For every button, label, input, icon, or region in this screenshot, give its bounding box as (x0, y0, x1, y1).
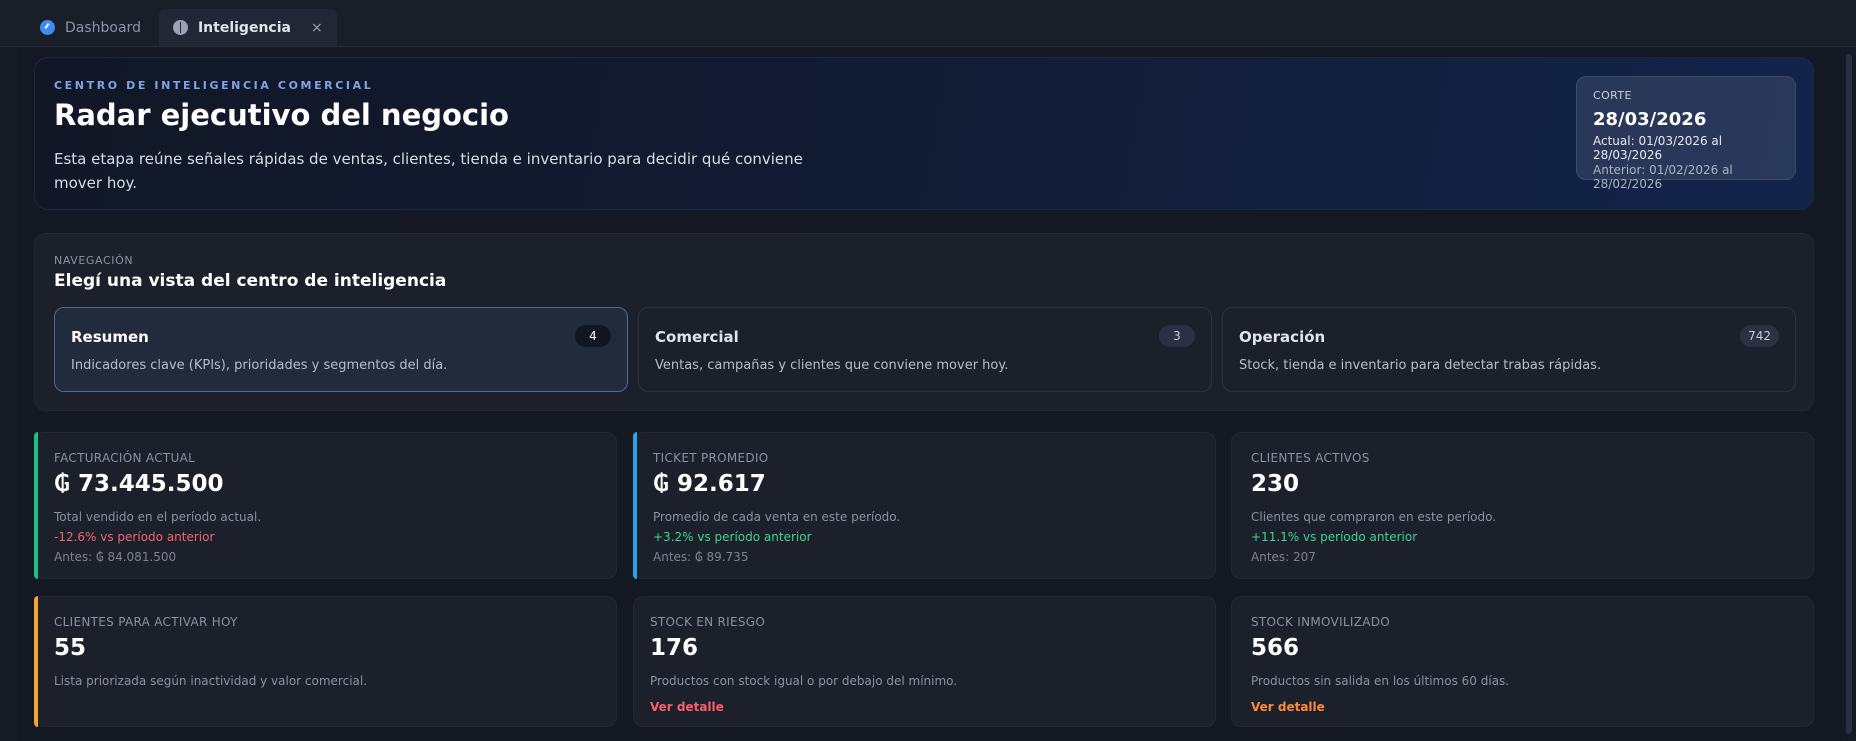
kpi-description: Productos sin salida en los últimos 60 d… (1251, 674, 1510, 688)
kpi-previous: Antes: ₲ 84.081.500 (54, 550, 177, 564)
kpi-label: CLIENTES ACTIVOS (1251, 451, 1370, 465)
view-detail-link[interactable]: Ver detalle (650, 700, 724, 714)
nav-card-title: Resumen (71, 328, 149, 346)
kpi-billing: FACTURACIÓN ACTUAL ₲ 73.445.500 Total ve… (34, 432, 617, 579)
tab-bar: Dashboard Inteligencia × (0, 0, 1856, 47)
kpi-stock-risk: STOCK EN RIESGO 176 Productos con stock … (633, 596, 1216, 727)
cut-date: 28/03/2026 (1593, 109, 1707, 130)
page-title: Radar ejecutivo del negocio (54, 98, 509, 132)
gauge-icon (40, 20, 55, 35)
kpi-change: +3.2% vs período anterior (653, 530, 812, 544)
tab-dashboard[interactable]: Dashboard (26, 9, 155, 46)
app-window: Dashboard Inteligencia × CENTRO DE INTEL… (0, 0, 1856, 741)
count-badge: 742 (1740, 325, 1779, 347)
kpi-label: STOCK INMOVILIZADO (1251, 615, 1391, 629)
tab-label: Dashboard (65, 19, 141, 36)
nav-card-resumen[interactable]: Resumen 4 Indicadores clave (KPIs), prio… (54, 307, 628, 392)
kpi-active-clients: CLIENTES ACTIVOS 230 Clientes que compra… (1231, 432, 1814, 579)
navigation-panel: NAVEGACIÓN Elegí una vista del centro de… (34, 233, 1814, 411)
cut-actual-range: Actual: 01/03/2026 al 28/03/2026 (1593, 134, 1723, 162)
kpi-label: FACTURACIÓN ACTUAL (54, 451, 196, 465)
kpi-description: Lista priorizada según inactividad y val… (54, 674, 368, 688)
nav-card-comercial[interactable]: Comercial 3 Ventas, campañas y clientes … (638, 307, 1212, 392)
hero-description: Esta etapa reúne señales rápidas de vent… (54, 150, 803, 192)
kpi-previous: Antes: ₲ 89.735 (653, 550, 749, 564)
kpi-description: Clientes que compraron en este período. (1251, 510, 1497, 524)
kpi-description: Promedio de cada venta en este período. (653, 510, 901, 524)
brain-icon (172, 20, 188, 35)
view-detail-link[interactable]: Ver detalle (1251, 700, 1325, 714)
cut-label: CORTE (1593, 89, 1632, 102)
kpi-clients-to-activate: CLIENTES PARA ACTIVAR HOY 55 Lista prior… (34, 596, 617, 727)
kpi-ticket: TICKET PROMEDIO ₲ 92.617 Promedio de cad… (633, 432, 1216, 579)
kpi-change: +11.1% vs período anterior (1251, 530, 1418, 544)
kpi-value: ₲ 73.445.500 (54, 471, 224, 497)
nav-card-title: Comercial (655, 328, 739, 346)
kpi-value: 230 (1251, 471, 1300, 497)
nav-card-description: Ventas, campañas y clientes que conviene… (655, 358, 1009, 373)
kpi-change: -12.6% vs período anterior (54, 530, 215, 544)
nav-card-title: Operación (1239, 328, 1326, 346)
kpi-label: STOCK EN RIESGO (650, 615, 766, 629)
hero-kicker: CENTRO DE INTELIGENCIA COMERCIAL (54, 79, 374, 92)
kpi-value: 176 (650, 635, 699, 661)
close-icon[interactable]: × (311, 20, 323, 36)
cut-previous-range: Anterior: 01/02/2026 al 28/02/2026 (1593, 163, 1733, 191)
kpi-value: ₲ 92.617 (653, 471, 766, 497)
navigation-title: Elegí una vista del centro de inteligenc… (54, 271, 447, 291)
vertical-scrollbar[interactable] (1846, 54, 1852, 734)
nav-card-operacion[interactable]: Operación 742 Stock, tienda e inventario… (1222, 307, 1796, 392)
kpi-label: TICKET PROMEDIO (653, 451, 769, 465)
kpi-value: 55 (54, 635, 87, 661)
tab-label: Inteligencia (197, 19, 291, 36)
hero-banner: CENTRO DE INTELIGENCIA COMERCIAL Radar e… (34, 57, 1814, 210)
kpi-stock-idle: STOCK INMOVILIZADO 566 Productos sin sal… (1231, 596, 1814, 727)
tab-inteligencia[interactable]: Inteligencia × (158, 9, 337, 46)
navigation-kicker: NAVEGACIÓN (54, 254, 134, 267)
kpi-description: Total vendido en el período actual. (54, 510, 262, 524)
count-badge: 4 (575, 325, 611, 347)
kpi-label: CLIENTES PARA ACTIVAR HOY (54, 615, 238, 629)
cut-date-box: CORTE 28/03/2026 Actual: 01/03/2026 al 2… (1576, 76, 1796, 191)
kpi-value: 566 (1251, 635, 1300, 661)
kpi-description: Productos con stock igual o por debajo d… (650, 674, 958, 688)
count-badge: 3 (1159, 325, 1195, 347)
nav-card-description: Indicadores clave (KPIs), prioridades y … (71, 358, 448, 373)
kpi-previous: Antes: 207 (1251, 550, 1316, 564)
nav-card-description: Stock, tienda e inventario para detectar… (1239, 358, 1602, 373)
